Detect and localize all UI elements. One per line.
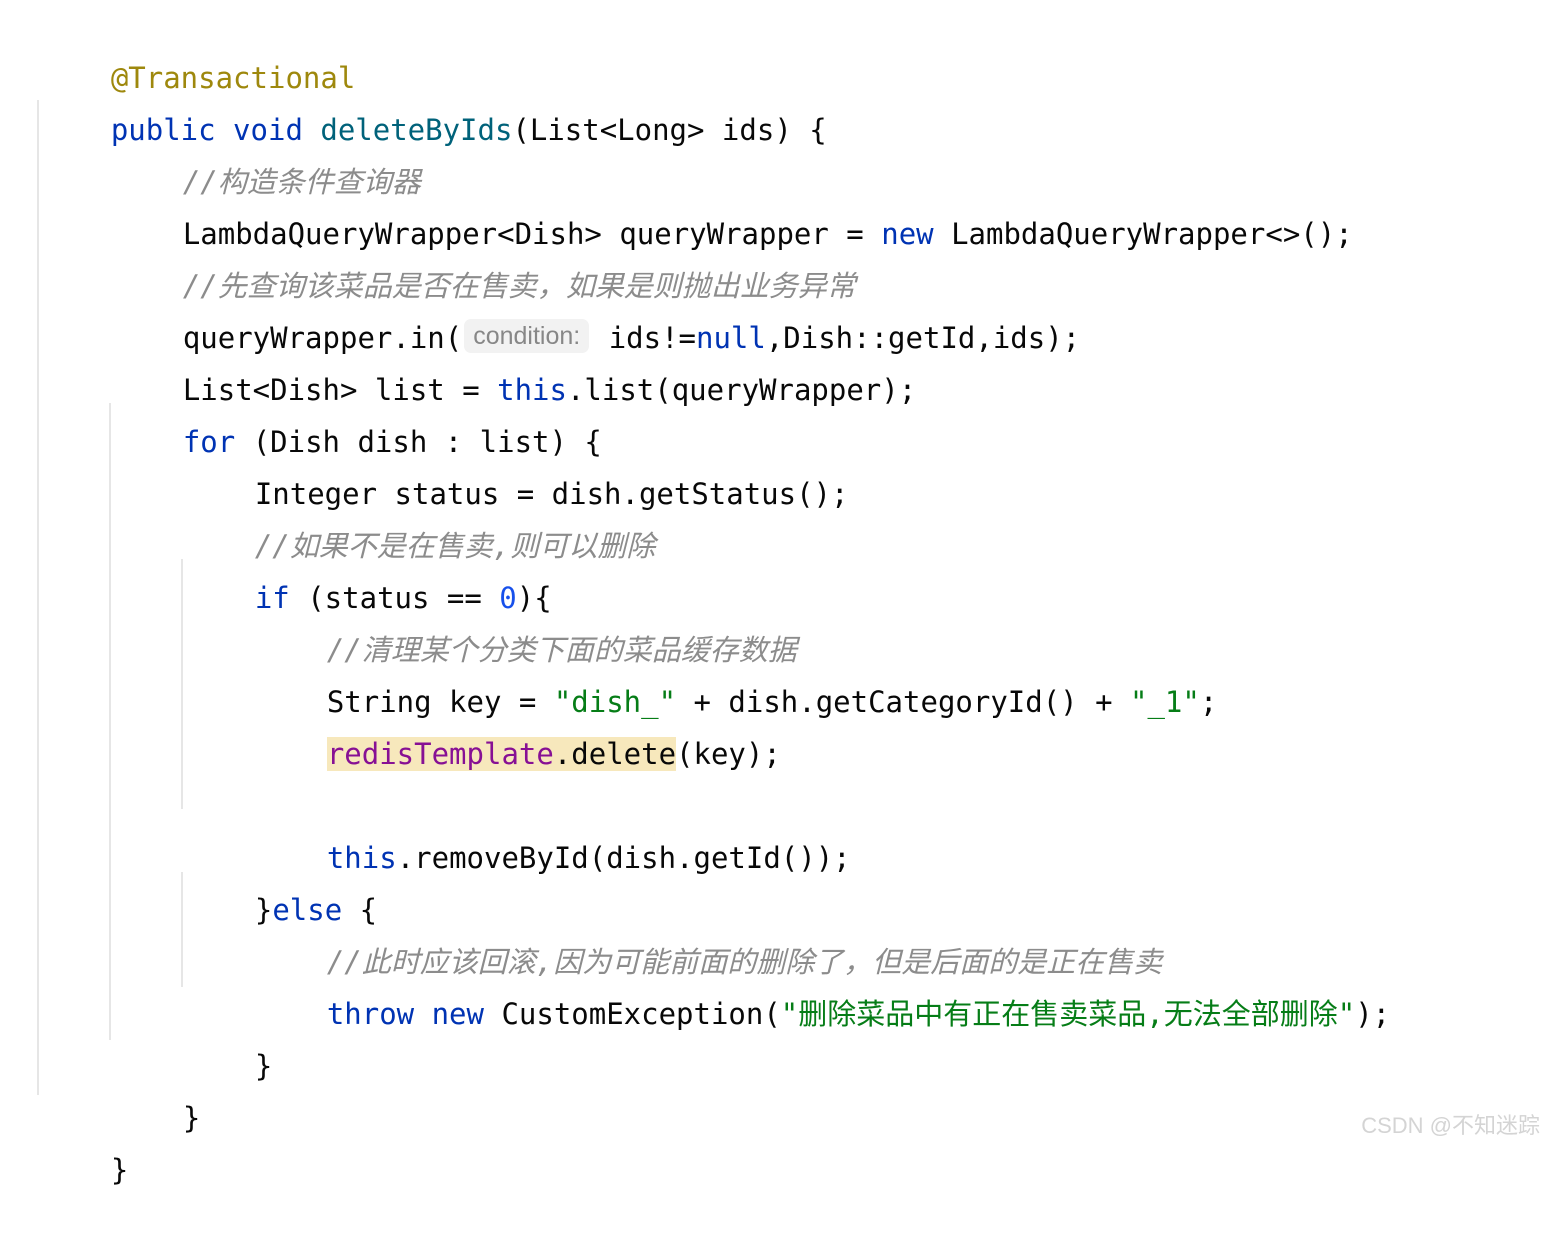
brace-close-for-loop: } <box>182 1101 201 1135</box>
code-line-3[interactable]: //构造条件查询器 <box>113 104 421 199</box>
indent-guide-level-3-a <box>181 559 183 809</box>
code-line-13[interactable]: String key = "dish_" + dish.getCategoryI… <box>257 624 1217 719</box>
code-line-15[interactable]: this.removeById(dish.getId()); <box>257 780 851 875</box>
call-delete-args: (key); <box>676 737 781 771</box>
code-line-12[interactable]: //清理某个分类下面的菜品缓存数据 <box>257 572 797 667</box>
code-line-4[interactable]: LambdaQueryWrapper<Dish> queryWrapper = … <box>113 156 1353 251</box>
keyword-throw-new: throw new <box>326 997 484 1031</box>
keyword-new: new <box>881 217 934 251</box>
indent-guide-level-3-b <box>181 872 183 987</box>
call-removebyid: .removeById(dish.getId()); <box>396 841 851 875</box>
brace-close-method: } <box>110 1153 129 1187</box>
brace-close-else-block: } <box>254 1049 273 1083</box>
statement-semicolon-13: ; <box>1199 685 1218 719</box>
code-line-8[interactable]: for (Dish dish : list) { <box>113 364 602 459</box>
code-editor[interactable]: @Transactional public void deleteByIds(L… <box>0 0 1558 1187</box>
code-line-17[interactable]: //此时应该回滚,因为可能前面的删除了，但是后面的是正在售卖 <box>257 884 1162 979</box>
method-signature-params: (List<Long> ids) { <box>512 113 827 147</box>
code-line-2[interactable]: public void deleteByIds(List<Long> ids) … <box>41 52 827 147</box>
constructor-customexception: CustomException( <box>483 997 781 1031</box>
code-line-20[interactable]: } <box>113 1040 200 1135</box>
call-this-list: .list(queryWrapper); <box>566 373 917 407</box>
code-line-9[interactable]: Integer status = dish.getStatus(); <box>185 416 849 511</box>
statement-semicolon-18: ); <box>1355 997 1391 1031</box>
code-line-16[interactable]: }else { <box>185 832 377 927</box>
code-line-7[interactable]: List<Dish> list = this.list(queryWrapper… <box>113 312 916 407</box>
string-suffix-1: "_1" <box>1130 685 1200 719</box>
code-line-19[interactable]: } <box>185 988 272 1083</box>
constructor-lambdaquerywrapper: LambdaQueryWrapper<>(); <box>933 217 1353 251</box>
code-line-11[interactable]: if (status == 0){ <box>185 520 552 615</box>
indent-guide-level-2 <box>109 403 111 1040</box>
code-line-14[interactable]: redisTemplate.delete(key); <box>257 676 781 771</box>
code-line-5[interactable]: //先查询该菜品是否在售卖，如果是则抛出业务异常 <box>113 208 856 303</box>
code-line-6[interactable]: queryWrapper.in(condition: ids!=null,Dis… <box>113 260 1080 355</box>
code-line-1[interactable]: @Transactional <box>41 0 355 95</box>
string-exception-message: "删除菜品中有正在售卖菜品,无法全部删除" <box>780 997 1356 1031</box>
call-delete: .delete <box>553 737 677 771</box>
code-line-21[interactable]: } <box>41 1092 128 1187</box>
highlighted-identifier-redistemplate-delete[interactable]: redisTemplate.delete <box>326 737 677 771</box>
field-redistemplate: redisTemplate <box>326 737 554 771</box>
csdn-watermark: CSDN @不知迷踪 <box>1361 1113 1540 1138</box>
code-line-10[interactable]: //如果不是在售卖,则可以删除 <box>185 468 655 563</box>
indent-guide-level-1 <box>37 100 39 1095</box>
code-line-18[interactable]: throw new CustomException("删除菜品中有正在售卖菜品,… <box>257 936 1390 1031</box>
